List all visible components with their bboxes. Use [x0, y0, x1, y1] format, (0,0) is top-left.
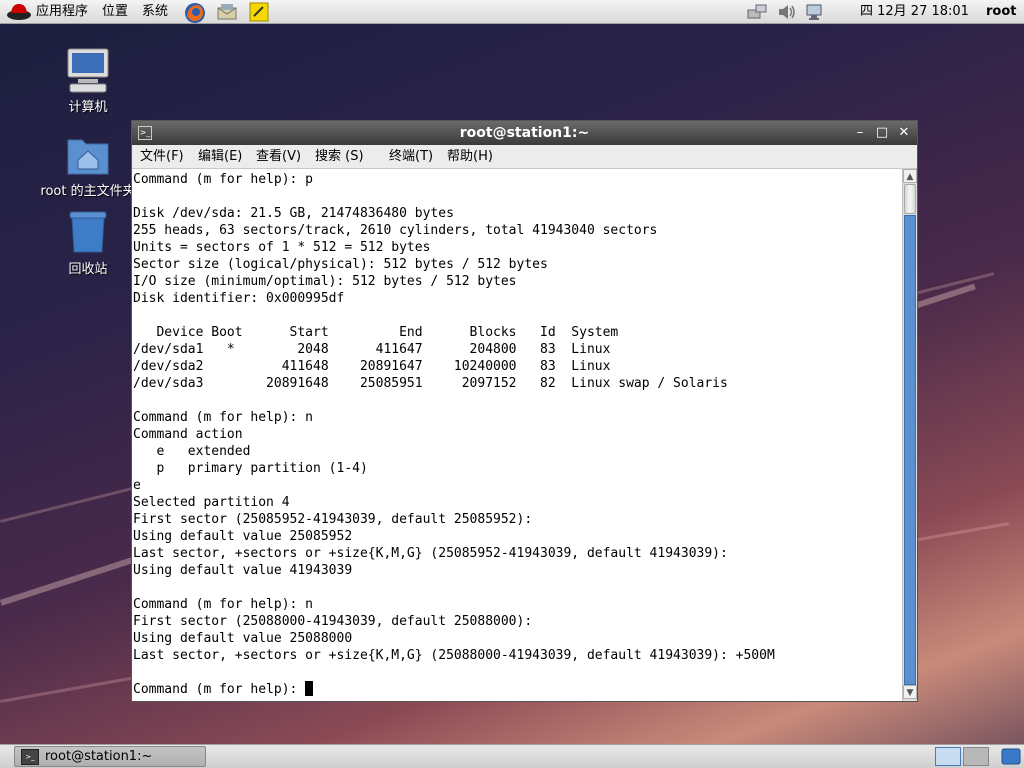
terminal-line: I/O size (minimum/optimal): 512 bytes / …	[133, 274, 517, 289]
terminal-line: Disk /dev/sda: 21.5 GB, 21474836480 byte…	[133, 206, 454, 221]
terminal-line: First sector (25088000-41943039, default…	[133, 614, 533, 629]
terminal-line: Device Boot Start End Blocks Id System	[133, 325, 619, 340]
terminal-line: Disk identifier: 0x000995df	[133, 291, 345, 306]
menu-applications[interactable]: 应用程序	[36, 0, 88, 24]
terminal-line: Sector size (logical/physical): 512 byte…	[133, 257, 548, 272]
workspace-2[interactable]	[963, 747, 989, 766]
network-icon[interactable]	[746, 2, 767, 22]
notes-icon[interactable]	[249, 2, 269, 22]
menu-bar: 文件(F) 编辑(E) 查看(V) 搜索 (S) 终端(T) 帮助(H)	[132, 145, 917, 169]
terminal-line: Command (m for help):	[133, 682, 306, 697]
menu-places[interactable]: 位置	[102, 0, 128, 24]
network-manager-icon[interactable]	[804, 2, 824, 22]
home-folder-icon	[64, 130, 112, 178]
desktop-icon-home[interactable]: root 的主文件夹	[40, 130, 136, 199]
scroll-up-icon[interactable]: ▲	[903, 169, 917, 183]
scroll-down-icon[interactable]: ▼	[903, 685, 917, 699]
scrollbar[interactable]: ▲ ▼	[902, 169, 917, 701]
menu-help[interactable]: 帮助(H)	[447, 145, 493, 169]
terminal-line: Using default value 25088000	[133, 631, 353, 646]
terminal-line: 255 heads, 63 sectors/track, 2610 cylind…	[133, 223, 658, 238]
terminal-line: /dev/sda3 20891648 25085951 2097152 82 L…	[133, 376, 728, 391]
computer-icon	[64, 46, 112, 94]
menu-system[interactable]: 系统	[142, 0, 168, 24]
terminal-output[interactable]: Command (m for help): p Disk /dev/sda: 2…	[132, 169, 902, 701]
firefox-icon[interactable]	[184, 2, 205, 23]
terminal-line: /dev/sda1 * 2048 411647 204800 83 Linux	[133, 342, 611, 357]
desktop-icon-label: 回收站	[68, 262, 108, 277]
clock[interactable]: 四 12月 27 18:01	[860, 0, 969, 24]
workspace-1[interactable]	[935, 747, 961, 766]
menu-terminal[interactable]: 终端(T)	[389, 145, 433, 169]
user-name[interactable]: root	[986, 0, 1017, 24]
terminal-line: First sector (25085952-41943039, default…	[133, 512, 533, 527]
terminal-line: Command action	[133, 427, 243, 442]
menu-file[interactable]: 文件(F)	[140, 145, 184, 169]
desktop-icon-label: 计算机	[68, 100, 108, 115]
terminal-line: e extended	[133, 444, 251, 459]
terminal-app-icon: >_	[21, 749, 39, 765]
terminal-text: Command (m for help): p Disk /dev/sda: 2…	[132, 169, 902, 698]
terminal-line: /dev/sda2 411648 20891647 10240000 83 Li…	[133, 359, 611, 374]
terminal-line: Command (m for help): n	[133, 410, 314, 425]
maximize-icon[interactable]: □	[874, 125, 890, 141]
terminal-window: >_ root@station1:~ – □ ✕ 文件(F) 编辑(E) 查看(…	[131, 120, 918, 702]
close-icon[interactable]: ✕	[896, 125, 912, 141]
mail-icon[interactable]	[216, 2, 237, 22]
title-bar[interactable]: >_ root@station1:~ – □ ✕	[132, 121, 917, 145]
terminal-line: Using default value 25085952	[133, 529, 353, 544]
terminal-line: Last sector, +sectors or +size{K,M,G} (2…	[133, 546, 728, 561]
terminal-line: Using default value 41943039	[133, 563, 353, 578]
terminal-line: e	[133, 478, 141, 493]
scroll-thumb[interactable]	[904, 184, 916, 214]
terminal-line: Command (m for help): p	[133, 172, 314, 187]
desktop-icon-label: root 的主文件夹	[40, 184, 136, 199]
terminal-line: Units = sectors of 1 * 512 = 512 bytes	[133, 240, 431, 255]
show-desktop-icon[interactable]	[1001, 747, 1021, 766]
terminal-line: Command (m for help): n	[133, 597, 314, 612]
window-title: root@station1:~	[459, 125, 590, 141]
minimize-icon[interactable]: –	[852, 125, 868, 141]
menu-search[interactable]: 搜索 (S)	[315, 145, 364, 169]
bottom-panel: >_ root@station1:~	[0, 744, 1024, 768]
scroll-track[interactable]	[904, 215, 916, 685]
trash-icon	[64, 208, 112, 256]
volume-icon[interactable]	[776, 2, 796, 22]
terminal-cursor	[305, 681, 314, 696]
redhat-logo-icon[interactable]	[6, 1, 32, 21]
terminal-line: Last sector, +sectors or +size{K,M,G} (2…	[133, 648, 775, 663]
taskbar-label: root@station1:~	[45, 749, 153, 764]
menu-view[interactable]: 查看(V)	[256, 145, 301, 169]
menu-edit[interactable]: 编辑(E)	[198, 145, 242, 169]
desktop-icon-computer[interactable]: 计算机	[40, 46, 136, 115]
terminal-line: Selected partition 4	[133, 495, 290, 510]
terminal-line: p primary partition (1-4)	[133, 461, 368, 476]
desktop-icon-trash[interactable]: 回收站	[40, 208, 136, 277]
taskbar-button-terminal[interactable]: >_ root@station1:~	[14, 746, 206, 767]
top-panel: 应用程序 位置 系统 四 12月 27 18:01 root	[0, 0, 1024, 24]
